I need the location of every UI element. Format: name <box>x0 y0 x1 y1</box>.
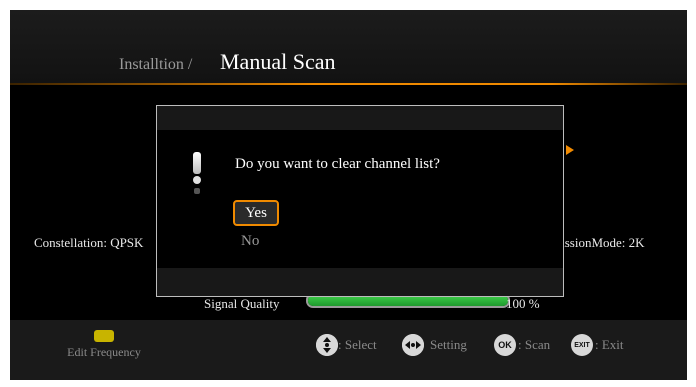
tv-screen: Installtion / Manual Scan Constellation:… <box>10 10 687 380</box>
signal-quality-label: Signal Quality <box>204 296 280 311</box>
scan-hint: : Scan <box>518 337 551 352</box>
dialog-footer-bar <box>157 268 563 296</box>
footer-bar: Edit Frequency : Select Setting OK : Sca… <box>10 320 687 380</box>
edit-frequency-label: Edit Frequency <box>67 345 141 359</box>
dpad-setting-icon <box>402 334 424 356</box>
arrow-right-icon <box>566 145 574 155</box>
dpad-select-icon <box>316 334 338 356</box>
select-hint: : Select <box>338 337 377 352</box>
yes-button[interactable]: Yes <box>233 200 279 226</box>
page-title: Manual Scan <box>220 49 336 74</box>
dialog-message: Do you want to clear channel list? <box>235 156 440 172</box>
breadcrumb: Installtion / <box>119 56 193 73</box>
header: Installtion / Manual Scan <box>10 10 687 84</box>
confirm-dialog: Do you want to clear channel list? Yes N… <box>156 105 564 297</box>
exit-hint: : Exit <box>595 337 624 352</box>
transmission-mode-value: missionMode: 2K <box>551 235 645 250</box>
setting-hint: Setting <box>430 337 467 352</box>
constellation-value: Constellation: QPSK <box>34 235 144 250</box>
dialog-title-bar <box>157 106 563 130</box>
ok-button-icon: OK <box>494 334 516 356</box>
no-button[interactable]: No <box>241 233 259 250</box>
exclamation-icon <box>193 152 201 194</box>
exit-button-icon: EXIT <box>571 334 593 356</box>
yellow-key-icon <box>94 330 114 342</box>
signal-quality-value: 100 % <box>506 296 540 311</box>
header-divider <box>10 83 687 85</box>
